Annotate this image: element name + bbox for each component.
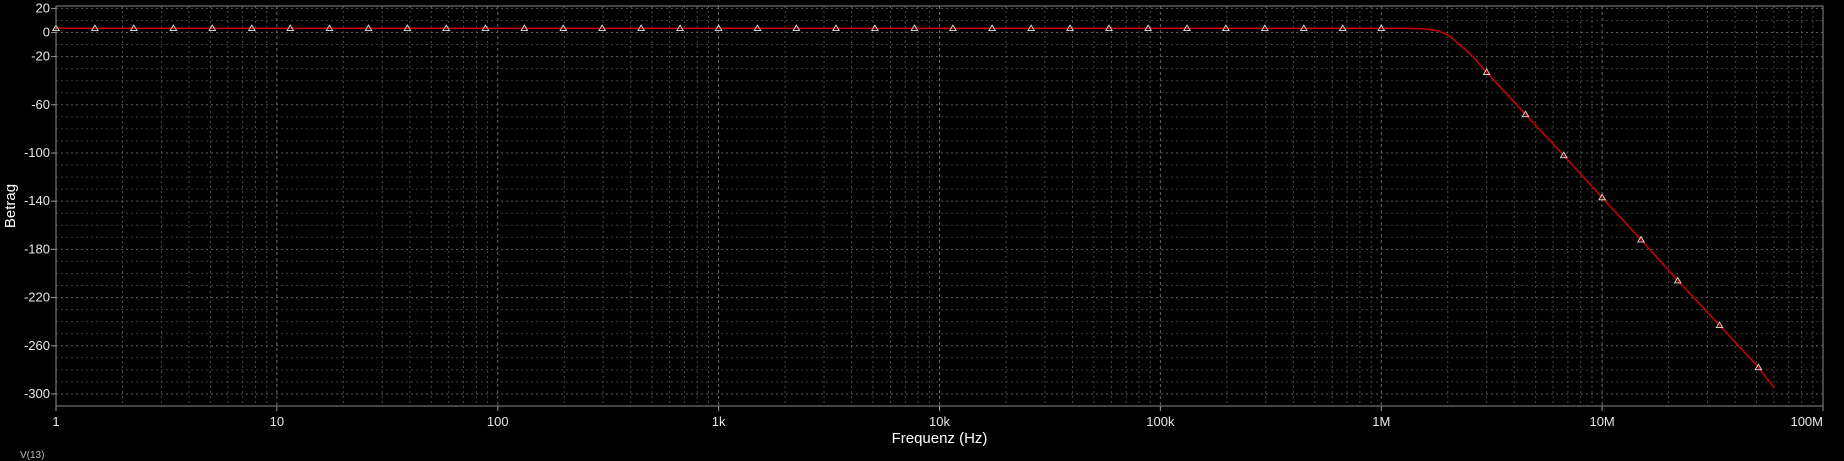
y-tick-label: -100	[24, 145, 50, 160]
x-tick-label: 10	[270, 414, 284, 429]
x-tick-label: 10M	[1589, 414, 1614, 429]
y-tick-label: -20	[31, 49, 50, 64]
x-tick-label: 100	[487, 414, 509, 429]
y-tick-label: 0	[43, 25, 50, 40]
x-axis-title: Frequenz (Hz)	[892, 430, 988, 447]
plot-window: 1 10 100 1k 10k 100k 1M 10M 100M 20 0 -20 -60 -100 -14…	[0, 0, 1844, 461]
y-tick-label: -300	[24, 386, 50, 401]
x-tick-label: 100k	[1146, 414, 1175, 429]
y-tick-label: -220	[24, 290, 50, 305]
y-tick-label: -180	[24, 241, 50, 256]
y-tick-label: 20	[36, 0, 50, 15]
y-tick-label: -260	[24, 338, 50, 353]
y-tick-label: -140	[24, 193, 50, 208]
y-axis-title: Betrag	[2, 184, 19, 228]
x-tick-label: 1k	[712, 414, 726, 429]
x-tick-label: 1	[52, 414, 59, 429]
legend-series-label: V(13)	[20, 450, 44, 461]
bode-magnitude-chart: 1 10 100 1k 10k 100k 1M 10M 100M 20 0 -20 -60 -100 -14…	[0, 0, 1844, 461]
x-tick-label: 1M	[1372, 414, 1390, 429]
x-tick-label: 10k	[929, 414, 950, 429]
x-tick-label: 100M	[1790, 414, 1823, 429]
y-tick-label: -60	[31, 97, 50, 112]
